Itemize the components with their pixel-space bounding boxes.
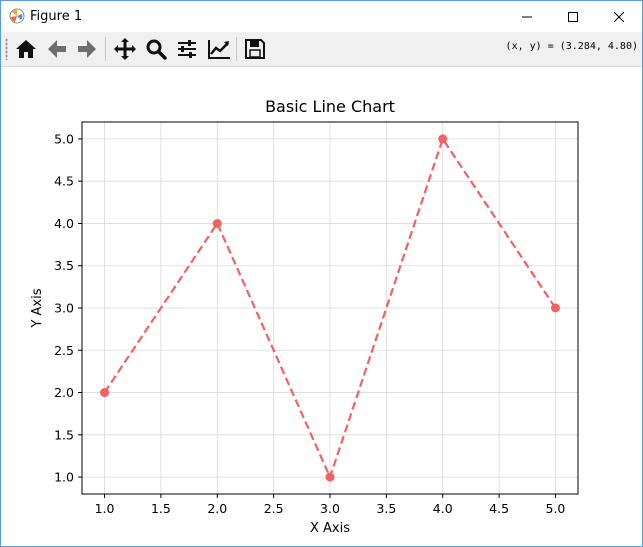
window-title: Figure 1: [30, 9, 83, 24]
line-chart[interactable]: 1.0 1.5 2.0 2.5 3.0 3.5 4.0 4.5 5.0 1.0 1.5 2.0 2.5 3…: [1, 67, 642, 546]
x-tick-label: 1.0: [95, 501, 115, 516]
subplots-button[interactable]: [173, 36, 201, 62]
y-axis-label: Y Axis: [30, 288, 45, 328]
y-tick-label: 2.0: [54, 385, 74, 400]
figure-canvas[interactable]: 1.0 1.5 2.0 2.5 3.0 3.5 4.0 4.5 5.0 1.0 1.5 2.0 2.5 3…: [1, 67, 642, 546]
x-tick-label: 3.0: [320, 501, 340, 516]
zoom-icon: [146, 39, 167, 60]
pan-icon: [114, 38, 136, 60]
y-tick-label: 2.5: [54, 343, 74, 358]
x-tick-label: 4.0: [433, 501, 453, 516]
back-button[interactable]: [43, 36, 71, 62]
data-point[interactable]: [212, 218, 222, 228]
toolbar-grip[interactable]: [5, 38, 8, 60]
customize-button[interactable]: [205, 36, 233, 62]
x-tick-label: 4.5: [489, 501, 509, 516]
data-point[interactable]: [438, 134, 448, 144]
x-tick-label: 5.0: [546, 501, 566, 516]
maximize-button[interactable]: [550, 1, 596, 32]
data-point[interactable]: [550, 303, 560, 313]
data-point[interactable]: [325, 472, 335, 482]
home-button[interactable]: [12, 36, 40, 62]
y-tick-label: 1.0: [54, 470, 74, 485]
figure-window: Figure 1 (x, y) = (3.284, 4.80) 1.0 1.5 …: [0, 0, 643, 547]
navigation-toolbar: (x, y) = (3.284, 4.80): [1, 32, 642, 67]
forward-icon: [78, 40, 96, 58]
close-button[interactable]: [596, 1, 642, 32]
matplotlib-logo-icon: [9, 8, 25, 24]
x-tick-label: 3.5: [376, 501, 396, 516]
save-button[interactable]: [241, 36, 269, 62]
zoom-button[interactable]: [142, 36, 170, 62]
maximize-icon: [568, 11, 578, 22]
toolbar-separator: [105, 37, 106, 61]
y-tick-label: 4.0: [54, 216, 74, 231]
y-tick-label: 3.5: [54, 258, 74, 273]
y-tick-label: 4.5: [54, 174, 74, 189]
subplots-icon: [178, 40, 196, 58]
minimize-icon: [522, 16, 532, 17]
home-icon: [16, 40, 36, 58]
minimize-button[interactable]: [504, 1, 550, 32]
title-bar[interactable]: Figure 1: [1, 1, 642, 32]
toolbar-separator: [236, 37, 237, 61]
y-tick-label: 3.0: [54, 301, 74, 316]
y-tick-label: 5.0: [54, 131, 74, 146]
close-icon: [614, 11, 624, 22]
back-icon: [48, 40, 66, 58]
forward-button[interactable]: [73, 36, 101, 62]
cursor-coordinates-readout: (x, y) = (3.284, 4.80): [505, 41, 638, 52]
x-axis-label: X Axis: [310, 521, 350, 536]
data-point[interactable]: [100, 388, 110, 398]
x-tick-label: 2.0: [207, 501, 227, 516]
pan-button[interactable]: [111, 36, 139, 62]
save-icon: [245, 39, 265, 59]
line-chart-icon: [208, 40, 230, 59]
x-tick-label: 2.5: [264, 501, 284, 516]
y-tick-label: 1.5: [54, 427, 74, 442]
chart-title: Basic Line Chart: [265, 97, 395, 116]
x-tick-label: 1.5: [151, 501, 171, 516]
